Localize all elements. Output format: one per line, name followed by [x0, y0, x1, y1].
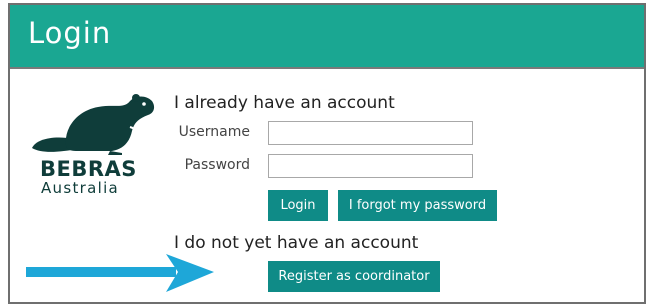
username-label: Username: [178, 124, 250, 140]
arrow-right-icon: [26, 254, 214, 292]
beaver-icon: [32, 94, 155, 155]
forgot-password-button[interactable]: I forgot my password: [338, 190, 497, 221]
register-coordinator-button[interactable]: Register as coordinator: [268, 261, 440, 292]
login-button[interactable]: Login: [268, 190, 328, 221]
register-heading: I do not yet have an account: [174, 233, 419, 253]
header-bar: Login: [10, 5, 644, 69]
login-heading: I already have an account: [174, 93, 395, 113]
username-input[interactable]: [268, 121, 473, 145]
password-label: Password: [184, 157, 250, 173]
logo-region: Australia: [41, 179, 120, 197]
logo-wordmark: BEBRAS: [40, 157, 137, 181]
page-title: Login: [28, 16, 112, 50]
password-input[interactable]: [268, 154, 473, 178]
